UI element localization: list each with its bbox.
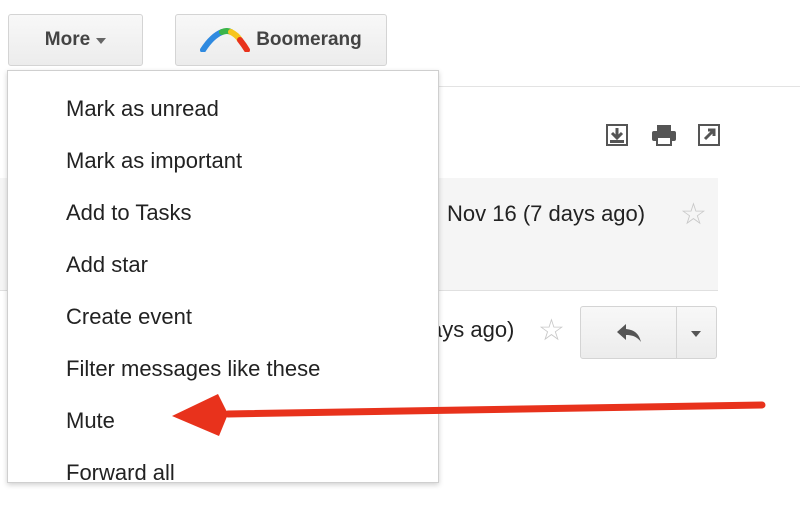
menu-item-add-star[interactable]: Add star: [66, 245, 148, 285]
chevron-down-icon: [96, 38, 107, 44]
star-icon[interactable]: ☆: [680, 200, 707, 230]
more-button-label: More: [44, 29, 91, 50]
boomerang-logo-icon: [200, 28, 251, 52]
boomerang-button[interactable]: Boomerang: [175, 14, 387, 66]
star-icon[interactable]: ☆: [538, 316, 565, 346]
new-window-icon[interactable]: [696, 122, 722, 148]
toolbar-divider: [390, 86, 800, 87]
menu-item-mute[interactable]: Mute: [66, 401, 115, 441]
more-dropdown-menu: Mark as unread Mark as important Add to …: [7, 70, 439, 485]
message-date-partial: ays ago): [430, 317, 515, 342]
menu-item-create-event[interactable]: Create event: [66, 297, 192, 337]
download-icon[interactable]: [604, 122, 630, 148]
menu-item-forward-all[interactable]: Forward all: [66, 453, 175, 493]
menu-item-mark-as-important[interactable]: Mark as important: [66, 141, 242, 181]
boomerang-button-label: Boomerang: [256, 29, 362, 50]
message-date: Nov 16 (7 days ago): [447, 201, 646, 226]
menu-item-mark-as-unread[interactable]: Mark as unread: [66, 89, 219, 129]
menu-item-filter-messages[interactable]: Filter messages like these: [66, 349, 320, 389]
reply-icon: [617, 324, 641, 342]
reply-split-divider: [676, 307, 677, 358]
print-icon[interactable]: [650, 122, 676, 148]
more-button[interactable]: More: [8, 14, 143, 66]
reply-button[interactable]: [580, 306, 717, 359]
chevron-down-icon[interactable]: [691, 331, 701, 337]
menu-item-add-to-tasks[interactable]: Add to Tasks: [66, 193, 192, 233]
